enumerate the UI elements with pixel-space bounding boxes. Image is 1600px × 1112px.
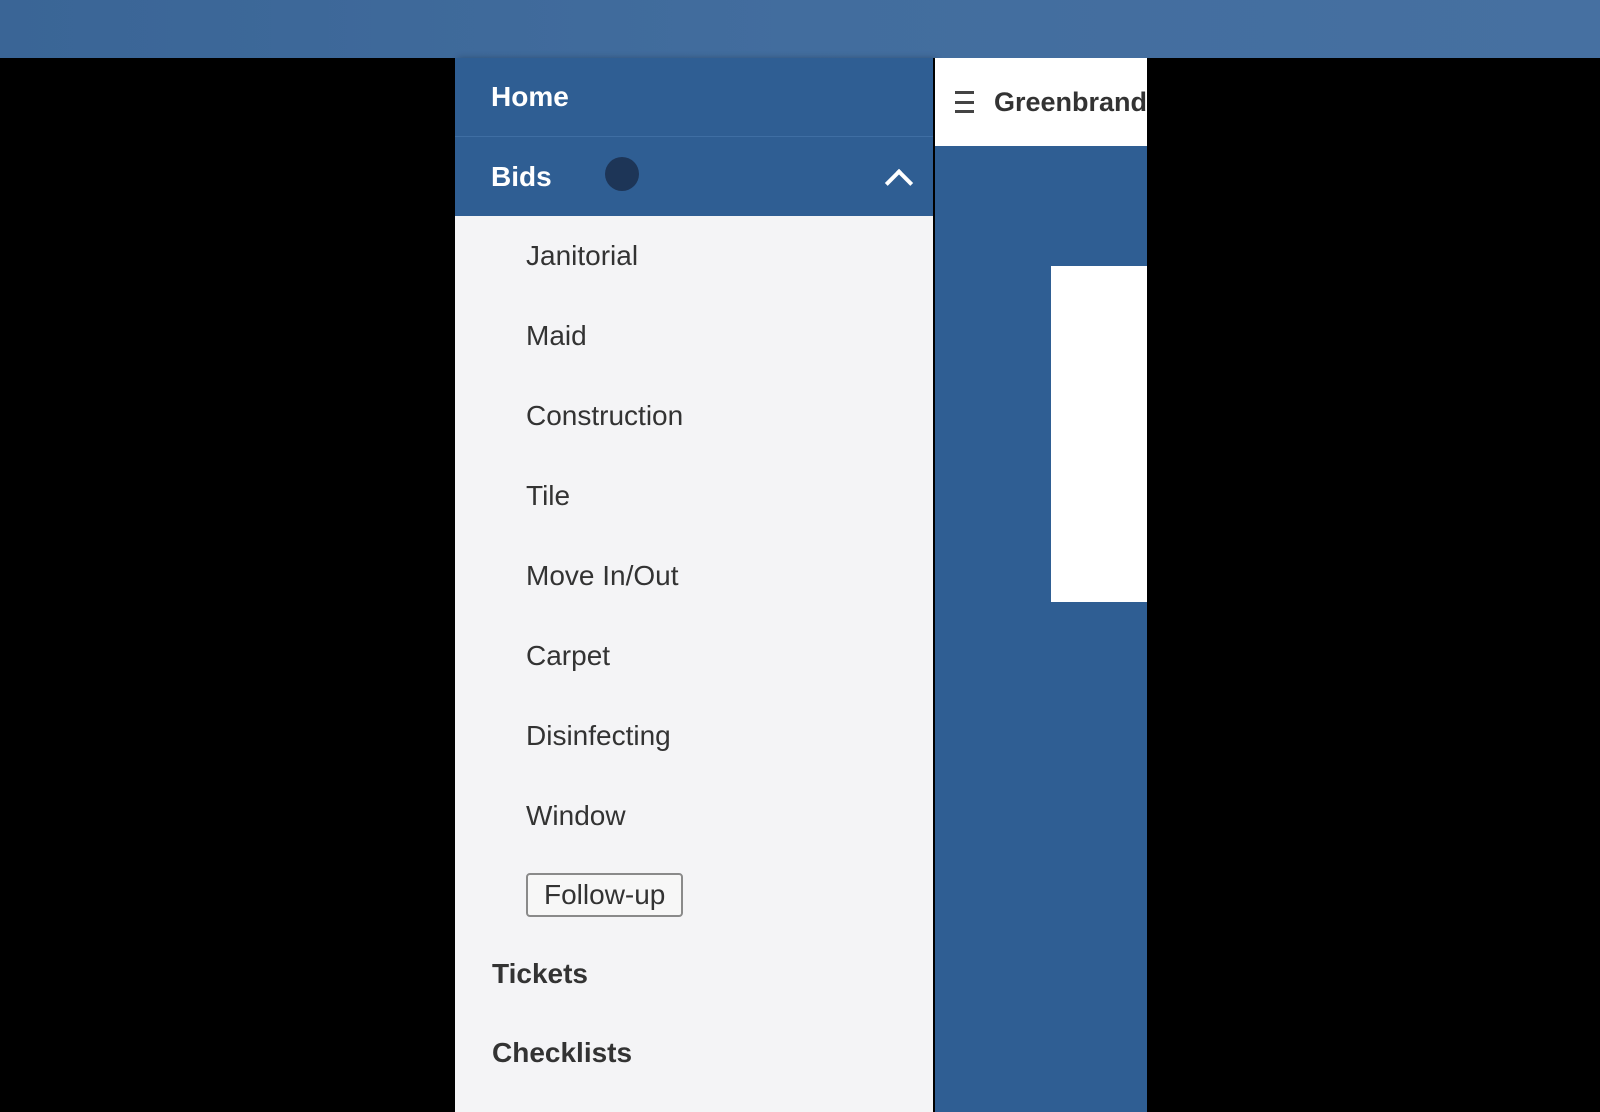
submenu-item-label: Janitorial: [526, 240, 639, 271]
mouse-cursor: [605, 157, 639, 191]
right-background: [1147, 58, 1600, 1112]
hamburger-icon[interactable]: [955, 91, 974, 113]
submenu-item-label: Maid: [526, 320, 587, 351]
submenu-item-label: Move In/Out: [526, 560, 679, 591]
top-bar: [0, 0, 1600, 58]
side-menu: Home Bids Janitorial Maid Construction T…: [455, 58, 933, 1112]
menu-item-checklists-label: Checklists: [492, 1036, 633, 1068]
menu-item-tickets[interactable]: Tickets: [455, 934, 933, 1013]
menu-item-bids-label: Bids: [491, 160, 552, 192]
submenu-item-janitorial[interactable]: Janitorial: [455, 216, 933, 296]
submenu-item-label: Tile: [526, 480, 571, 511]
follow-up-button[interactable]: Follow-up: [526, 873, 684, 917]
app-header: Greenbrand: [935, 58, 1147, 146]
menu-item-tickets-label: Tickets: [492, 957, 588, 989]
submenu-item-window[interactable]: Window: [455, 776, 933, 856]
content-card: [1051, 266, 1147, 602]
submenu-item-label: Disinfecting: [526, 720, 671, 751]
menu-item-checklists[interactable]: Checklists: [455, 1013, 933, 1092]
menu-item-home-label: Home: [491, 81, 569, 112]
submenu-item-maid[interactable]: Maid: [455, 296, 933, 376]
brand-name: Greenbrand: [993, 86, 1147, 117]
chevron-up-icon[interactable]: [884, 168, 914, 197]
submenu-item-construction[interactable]: Construction: [455, 376, 933, 456]
submenu-item-carpet[interactable]: Carpet: [455, 616, 933, 696]
submenu-item-tile[interactable]: Tile: [455, 456, 933, 536]
menu-item-bids[interactable]: Bids: [455, 137, 933, 216]
submenu-item-label: Window: [526, 800, 626, 831]
submenu-item-follow-up-row: Follow-up: [455, 856, 933, 934]
bids-submenu: Janitorial Maid Construction Tile Move I…: [455, 216, 933, 934]
menu-item-home[interactable]: Home: [455, 58, 933, 137]
submenu-item-label: Carpet: [526, 640, 611, 671]
main-panel: Greenbrand: [935, 58, 1147, 1112]
submenu-item-move-in-out[interactable]: Move In/Out: [455, 536, 933, 616]
submenu-item-label: Construction: [526, 400, 684, 431]
submenu-item-disinfecting[interactable]: Disinfecting: [455, 696, 933, 776]
